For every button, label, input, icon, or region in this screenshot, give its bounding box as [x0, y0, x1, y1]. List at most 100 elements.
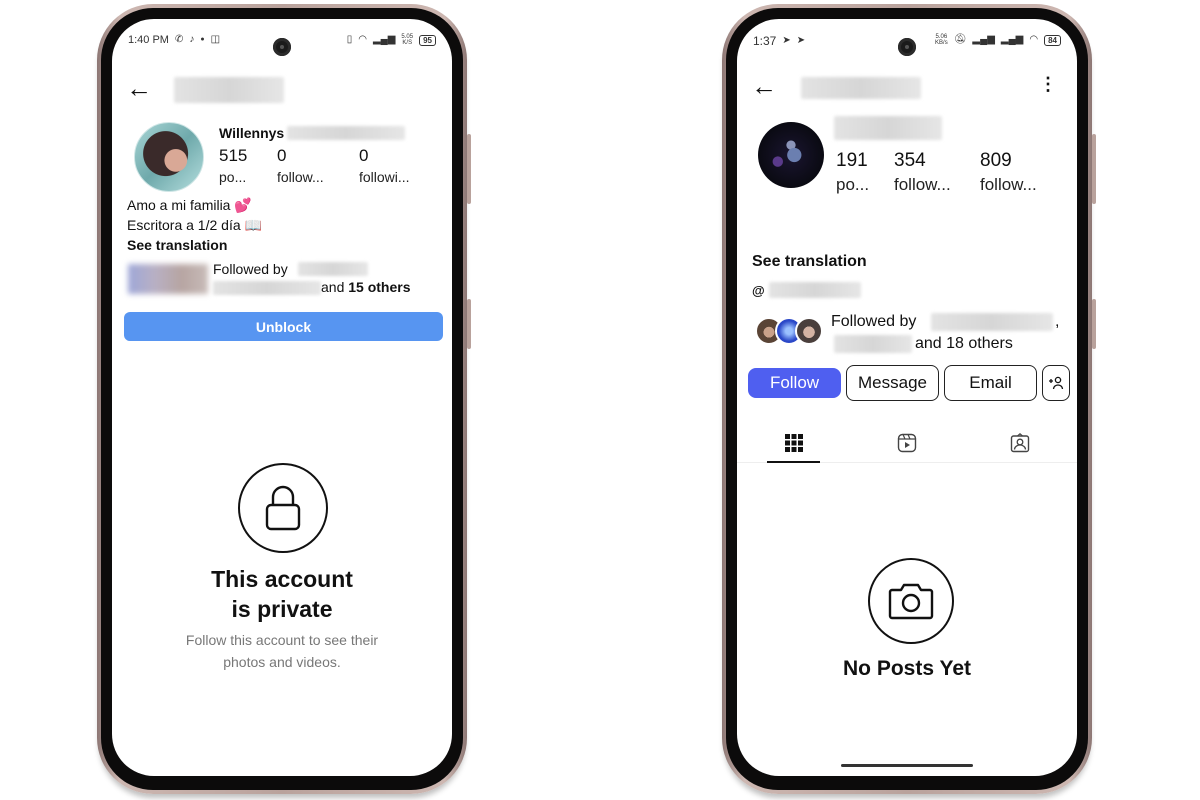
network-speed: 5.06 KB/s — [935, 34, 948, 46]
signal-icon: ▂▄▆ — [372, 34, 396, 45]
tab-grid[interactable] — [737, 423, 850, 463]
see-translation-link[interactable]: See translation — [752, 252, 867, 272]
redacted-follower-name — [834, 335, 912, 353]
threads-link[interactable]: @ — [752, 282, 861, 298]
stat-label: po... — [219, 169, 247, 185]
redacted-follower-name — [213, 281, 321, 295]
public-profile-screen: 1:37 ➤ ➤ 5.06 KB/s 🔕︎ ▂▄▆ ▂▄▆ ◠ 84 ← ⋮ 1… — [737, 19, 1077, 776]
left-phone: 1:40 PM ✆ ♪ ● ◫ ▯ ◠ ▂▄▆ 5.05 K/S 95 ← Wi… — [97, 4, 471, 794]
phone-bezel: 1:37 ➤ ➤ 5.06 KB/s 🔕︎ ▂▄▆ ▂▄▆ ◠ 84 ← ⋮ 1… — [726, 8, 1088, 790]
redacted-follower-name — [298, 262, 368, 276]
unblock-button[interactable]: Unblock — [124, 312, 443, 341]
stat-label: follow... — [980, 175, 1037, 194]
bio-line: Amo a mi familia 💕 — [127, 197, 252, 213]
stat-label: po... — [836, 175, 870, 194]
stat-following[interactable]: 809 follow... — [980, 149, 1037, 197]
redacted-follower-avatars — [128, 264, 208, 294]
see-translation-link[interactable]: See translation — [127, 235, 262, 255]
tab-reels[interactable] — [850, 423, 963, 462]
follower-avatar — [795, 317, 823, 345]
more-options-icon[interactable]: ⋮ — [1039, 75, 1057, 93]
profile-avatar[interactable] — [758, 122, 824, 188]
right-phone: 1:37 ➤ ➤ 5.06 KB/s 🔕︎ ▂▄▆ ▂▄▆ ◠ 84 ← ⋮ 1… — [722, 4, 1096, 794]
network-speed: 5.05 K/S — [401, 34, 414, 46]
followed-by[interactable]: Followed by and 15 others — [128, 260, 448, 300]
phone-bezel: 1:40 PM ✆ ♪ ● ◫ ▯ ◠ ▂▄▆ 5.05 K/S 95 ← Wi… — [101, 8, 463, 790]
stat-followers[interactable]: 354 follow... — [894, 149, 980, 197]
redacted-header-username — [801, 77, 921, 99]
profile-avatar[interactable] — [134, 122, 204, 192]
status-time: 1:40 PM — [128, 34, 169, 46]
stat-value: 354 — [894, 150, 926, 171]
profile-bio: Amo a mi familia 💕 Escritora a 1/2 día 📖… — [127, 195, 262, 255]
profile-username: Willennys — [219, 125, 285, 141]
vibrate-icon: ▯ — [346, 34, 353, 45]
grid-icon — [784, 433, 803, 452]
followed-by[interactable]: Followed by , and 18 others — [755, 309, 1075, 355]
stat-posts[interactable]: 515 po... — [219, 145, 277, 187]
volume-button — [467, 134, 471, 204]
tab-tagged[interactable] — [964, 423, 1077, 462]
back-arrow-icon[interactable]: ← — [751, 73, 777, 99]
add-person-icon — [1049, 376, 1064, 390]
wifi-icon: ◠ — [358, 34, 367, 45]
lock-icon — [238, 463, 328, 553]
profile-tabs — [737, 423, 1077, 463]
mute-icon: 🔕︎ — [953, 34, 967, 45]
stat-following[interactable]: 0 followi... — [359, 145, 410, 187]
stat-label: follow... — [277, 169, 324, 185]
tiktok-icon: ♪ — [189, 34, 195, 45]
follow-button[interactable]: Follow — [748, 368, 841, 398]
stat-value: 515 — [219, 146, 248, 165]
redacted-display-name — [834, 116, 942, 140]
followed-by-others: and 18 others — [915, 335, 1013, 352]
whatsapp-icon: ✆ — [174, 34, 184, 45]
suggested-users-button[interactable] — [1042, 365, 1070, 401]
power-button — [467, 299, 471, 349]
home-indicator[interactable] — [841, 764, 973, 767]
notification-dot-icon: ● — [200, 36, 205, 43]
no-posts-title: No Posts Yet — [843, 657, 971, 680]
status-time: 1:37 — [753, 34, 777, 48]
message-button[interactable]: Message — [846, 365, 939, 401]
stat-label: followi... — [359, 169, 410, 185]
instagram-icon: ◫ — [210, 34, 221, 45]
battery-indicator: 95 — [419, 34, 436, 46]
private-profile-screen: 1:40 PM ✆ ♪ ● ◫ ▯ ◠ ▂▄▆ 5.05 K/S 95 ← Wi… — [112, 19, 452, 776]
back-arrow-icon[interactable]: ← — [126, 75, 152, 101]
status-bar: 1:40 PM ✆ ♪ ● ◫ ▯ ◠ ▂▄▆ 5.05 K/S 95 — [112, 29, 452, 51]
stat-followers[interactable]: 0 follow... — [277, 145, 359, 187]
tagged-icon — [1011, 432, 1030, 452]
private-account-subtitle: Follow this account to see their photos … — [185, 632, 379, 670]
wifi-icon: ◠ — [1029, 34, 1039, 45]
redacted-username-rest — [287, 126, 405, 140]
follower-avatars — [755, 317, 823, 345]
signal-icon: ▂▄▆ — [972, 34, 995, 45]
stat-posts[interactable]: 191 po... — [836, 149, 894, 197]
bio-line: Escritora a 1/2 día 📖 — [127, 217, 262, 233]
volume-button — [1092, 134, 1096, 204]
private-account-title: This account is private — [211, 566, 353, 622]
profile-stats: 191 po... 354 follow... 809 follow... — [836, 149, 1037, 197]
email-button[interactable]: Email — [944, 365, 1037, 401]
stat-label: follow... — [894, 175, 951, 194]
camera-icon — [868, 558, 954, 644]
redacted-follower-name — [931, 313, 1053, 331]
battery-indicator: 84 — [1044, 34, 1061, 46]
followed-by-label: Followed by — [213, 261, 288, 277]
profile-actions: Follow Message Email — [748, 365, 1070, 401]
followed-by-comma: , — [1055, 313, 1060, 330]
reels-icon — [897, 433, 917, 452]
redacted-threads-handle — [768, 282, 861, 298]
profile-stats: 515 po... 0 follow... 0 followi... — [219, 145, 410, 187]
signal-icon: ▂▄▆ — [1000, 34, 1024, 45]
followed-by-label: Followed by — [831, 313, 917, 330]
power-button — [1092, 299, 1096, 349]
followed-by-others: and 15 others — [321, 279, 411, 295]
stat-value: 0 — [359, 146, 369, 165]
stat-value: 191 — [836, 150, 868, 171]
stat-value: 809 — [980, 150, 1012, 171]
telegram-icon: ➤ — [796, 35, 806, 46]
stat-value: 0 — [277, 146, 287, 165]
redacted-header-username — [174, 77, 284, 103]
